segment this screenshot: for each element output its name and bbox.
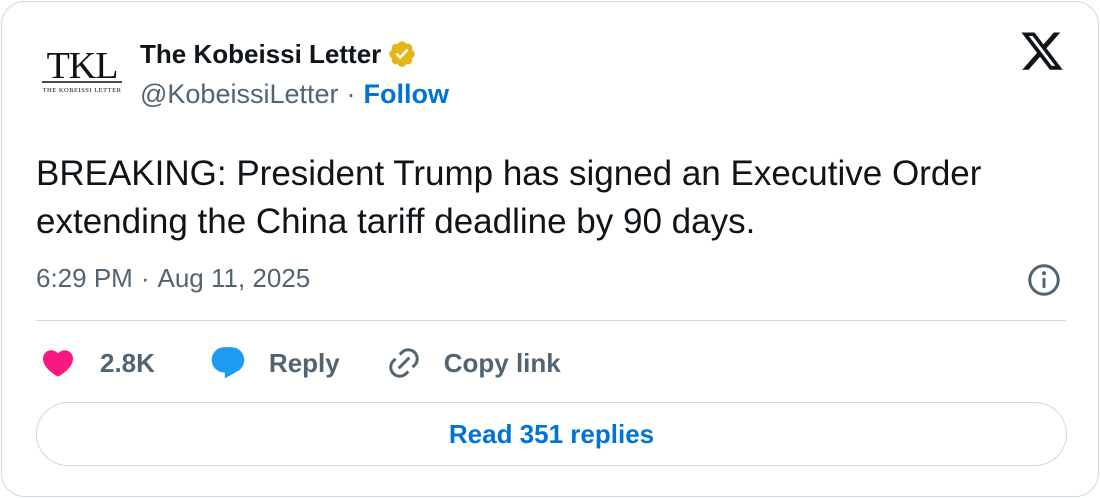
- info-icon[interactable]: [1026, 262, 1062, 298]
- copy-link-button[interactable]: Copy link: [386, 345, 561, 381]
- like-count: 2.8K: [100, 347, 155, 378]
- svg-text:THE KOBEISSI LETTER: THE KOBEISSI LETTER: [43, 87, 122, 94]
- svg-text:TKL: TKL: [47, 45, 118, 87]
- tkl-logo-icon: TKL THE KOBEISSI LETTER: [42, 45, 122, 94]
- tweet-card: TKL THE KOBEISSI LETTER The Kobeissi Let…: [1, 1, 1099, 497]
- tweet-date: Aug 11, 2025: [157, 262, 311, 293]
- read-replies-label: Read 351 replies: [448, 418, 655, 449]
- heart-icon: [40, 345, 76, 381]
- tweet-time: 6:29 PM: [36, 262, 133, 293]
- timestamp-separator: ·: [140, 262, 150, 293]
- author-name-row: The Kobeissi Letter: [140, 38, 417, 70]
- action-bar: 2.8K Reply Copy link: [36, 338, 561, 388]
- read-replies-button[interactable]: Read 351 replies: [36, 402, 1067, 466]
- handle-row: @KobeissiLetter · Follow: [140, 78, 449, 110]
- reply-button[interactable]: Reply: [209, 344, 340, 382]
- like-button[interactable]: 2.8K: [40, 345, 155, 381]
- author-name[interactable]: The Kobeissi Letter: [140, 39, 381, 70]
- divider: [36, 320, 1066, 321]
- author-handle[interactable]: @KobeissiLetter: [140, 79, 339, 110]
- copy-link-label: Copy link: [443, 347, 561, 378]
- x-logo-icon[interactable]: [1019, 32, 1065, 74]
- timestamp[interactable]: 6:29 PM · Aug 11, 2025: [36, 262, 310, 294]
- follow-button[interactable]: Follow: [364, 79, 449, 110]
- reply-label: Reply: [268, 347, 340, 378]
- verified-badge-icon: [387, 39, 417, 69]
- tweet-text: BREAKING: President Trump has signed an …: [36, 154, 982, 241]
- reply-bubble-icon: [209, 344, 247, 382]
- handle-separator: ·: [346, 78, 356, 109]
- avatar[interactable]: TKL THE KOBEISSI LETTER: [36, 42, 128, 104]
- link-icon: [386, 345, 422, 381]
